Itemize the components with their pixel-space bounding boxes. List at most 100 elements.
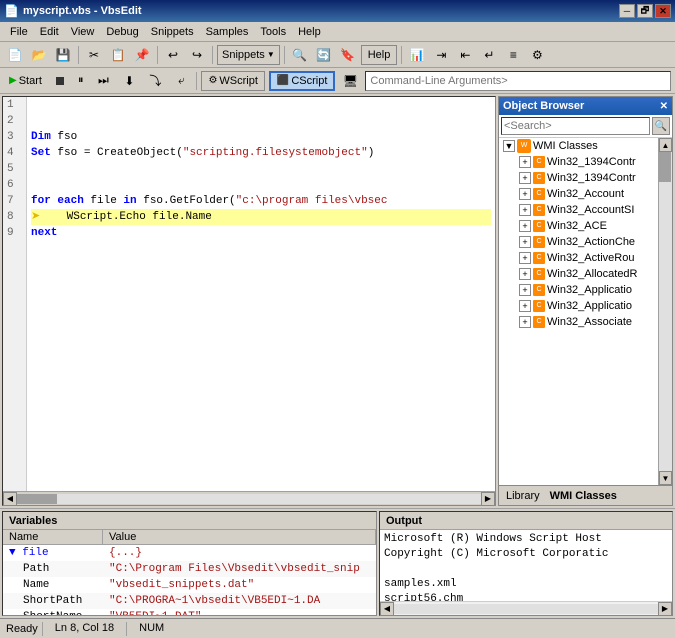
step-button[interactable]: ⏭ xyxy=(92,70,114,92)
ob-expand-3[interactable]: + xyxy=(519,204,531,216)
new-file-button[interactable]: 📄 xyxy=(4,44,26,66)
open-button[interactable]: 📂 xyxy=(28,44,50,66)
ob-item-2[interactable]: + C Win32_Account xyxy=(499,186,658,202)
var-row-4: ShortName "VB5EDI~1.DAT" xyxy=(3,609,376,615)
output-scroll-left[interactable]: ◀ xyxy=(380,602,394,616)
options-button[interactable]: ⚙ xyxy=(526,44,548,66)
ob-search-bar: 🔍 xyxy=(499,115,672,138)
ob-expand-5[interactable]: + xyxy=(519,236,531,248)
pause-button[interactable]: ⏸ xyxy=(73,71,89,90)
help-button[interactable]: Help xyxy=(361,45,398,65)
output-line-1: Copyright (C) Microsoft Corporatic xyxy=(384,547,668,562)
cmd-arguments-input[interactable] xyxy=(365,71,671,91)
editor-horizontal-scrollbar[interactable]: ◀ ▶ xyxy=(3,491,495,505)
ob-item-9[interactable]: + C Win32_Applicatio xyxy=(499,298,658,314)
scroll-right-button[interactable]: ▶ xyxy=(481,492,495,506)
align-button[interactable]: ≡ xyxy=(502,44,524,66)
ob-item-6[interactable]: + C Win32_ActiveRou xyxy=(499,250,658,266)
undo-button[interactable]: ↩ xyxy=(162,44,184,66)
toolbar-separator-5 xyxy=(401,46,402,64)
ob-expand-4[interactable]: + xyxy=(519,220,531,232)
ob-class-icon-7: C xyxy=(533,268,545,280)
ob-expand-9[interactable]: + xyxy=(519,300,531,312)
output-scrollbar[interactable]: ◀ ▶ xyxy=(380,601,672,615)
ob-item-0[interactable]: + C Win32_1394Contr xyxy=(499,154,658,170)
run-sep xyxy=(196,72,197,90)
save-button[interactable]: 💾 xyxy=(52,44,74,66)
wscript-button[interactable]: ⚙ WScript xyxy=(201,71,264,91)
ob-expand-2[interactable]: + xyxy=(519,188,531,200)
replace-button[interactable]: 🔄 xyxy=(313,44,335,66)
code-line-1 xyxy=(31,97,491,113)
menu-debug[interactable]: Debug xyxy=(100,24,144,40)
obj-browser-button[interactable]: 📊 xyxy=(406,44,428,66)
bookmark-button[interactable]: 🔖 xyxy=(337,44,359,66)
var-value-3: "C:\PROGRA~1\vbsedit\VB5EDI~1.DA xyxy=(103,595,376,607)
ob-item-7[interactable]: + C Win32_AllocatedR xyxy=(499,266,658,282)
ob-item-1[interactable]: + C Win32_1394Contr xyxy=(499,170,658,186)
step-into-button[interactable]: ⬇ xyxy=(118,70,140,92)
ob-item-label-1: Win32_1394Contr xyxy=(547,172,636,184)
run-to-button[interactable]: ⤶ xyxy=(170,70,192,92)
redo-button[interactable]: ↪ xyxy=(186,44,208,66)
cscript-button[interactable]: ⬛ CScript xyxy=(269,71,336,91)
var-col-value-header: Value xyxy=(103,530,376,544)
cut-button[interactable]: ✂ xyxy=(83,44,105,66)
code-content[interactable]: Dim fso Set fso = CreateObject("scriptin… xyxy=(27,97,495,491)
console-button[interactable]: 🖥 xyxy=(339,70,361,92)
ob-expand-8[interactable]: + xyxy=(519,284,531,296)
find-button[interactable]: 🔍 xyxy=(289,44,311,66)
outdent-button[interactable]: ⇤ xyxy=(454,44,476,66)
ob-item-label-5: Win32_ActionChe xyxy=(547,236,635,248)
ob-title: Object Browser xyxy=(503,100,584,112)
editor-area[interactable]: 1 2 3 4 5 6 7 8 9 Dim fso Set fso = Crea… xyxy=(3,97,495,491)
menu-view[interactable]: View xyxy=(65,24,101,40)
ob-footer-wmi[interactable]: WMI Classes xyxy=(547,489,620,503)
ob-vertical-scrollbar[interactable]: ▲ ▼ xyxy=(658,138,672,485)
scroll-left-button[interactable]: ◀ xyxy=(3,492,17,506)
ob-expand-0[interactable]: + xyxy=(519,156,531,168)
snippets-button[interactable]: Snippets ▼ xyxy=(217,45,280,65)
step-over-button[interactable]: ⤵ xyxy=(144,70,166,92)
ob-scroll-up[interactable]: ▲ xyxy=(659,138,672,152)
variables-panel: Variables Name Value ▼ file {...} Path "… xyxy=(2,511,377,616)
copy-button[interactable]: 📋 xyxy=(107,44,129,66)
wrap-button[interactable]: ↵ xyxy=(478,44,500,66)
var-row-1: Path "C:\Program Files\Vbsedit\vbsedit_s… xyxy=(3,561,376,577)
ob-expand-7[interactable]: + xyxy=(519,268,531,280)
ob-footer-library[interactable]: Library xyxy=(503,489,543,503)
menu-help[interactable]: Help xyxy=(292,24,327,40)
ob-search-input[interactable] xyxy=(501,117,650,135)
wscript-label: WScript xyxy=(219,75,258,87)
var-name-2: Name xyxy=(3,579,103,591)
ob-close-button[interactable]: ✕ xyxy=(660,101,668,112)
menu-tools[interactable]: Tools xyxy=(254,24,292,40)
start-button[interactable]: ▶ Start xyxy=(4,72,47,90)
ob-expand-1[interactable]: + xyxy=(519,172,531,184)
menu-file[interactable]: File xyxy=(4,24,34,40)
close-button[interactable]: ✕ xyxy=(655,4,671,18)
status-text: Ready xyxy=(6,623,38,635)
ob-scroll-down[interactable]: ▼ xyxy=(659,471,672,485)
title-bar: 📄 myscript.vbs - VbsEdit ─ 🗗 ✕ xyxy=(0,0,675,22)
ob-item-3[interactable]: + C Win32_AccountSI xyxy=(499,202,658,218)
ob-expand-10[interactable]: + xyxy=(519,316,531,328)
ob-item-10[interactable]: + C Win32_Associate xyxy=(499,314,658,330)
ob-expand-6[interactable]: + xyxy=(519,252,531,264)
ob-expand-root[interactable]: ▼ xyxy=(503,140,515,152)
ob-item-label-3: Win32_AccountSI xyxy=(547,204,634,216)
restore-button[interactable]: 🗗 xyxy=(637,4,653,18)
stop-button[interactable] xyxy=(51,74,69,88)
menu-samples[interactable]: Samples xyxy=(200,24,255,40)
output-scroll-right[interactable]: ▶ xyxy=(658,602,672,616)
ob-item-4[interactable]: + C Win32_ACE xyxy=(499,218,658,234)
minimize-button[interactable]: ─ xyxy=(619,4,635,18)
ob-root-item[interactable]: ▼ W WMI Classes xyxy=(499,138,658,154)
paste-button[interactable]: 📌 xyxy=(131,44,153,66)
ob-item-8[interactable]: + C Win32_Applicatio xyxy=(499,282,658,298)
ob-item-5[interactable]: + C Win32_ActionChe xyxy=(499,234,658,250)
menu-edit[interactable]: Edit xyxy=(34,24,65,40)
menu-snippets[interactable]: Snippets xyxy=(145,24,200,40)
indent-button[interactable]: ⇥ xyxy=(430,44,452,66)
ob-search-button[interactable]: 🔍 xyxy=(652,117,670,135)
